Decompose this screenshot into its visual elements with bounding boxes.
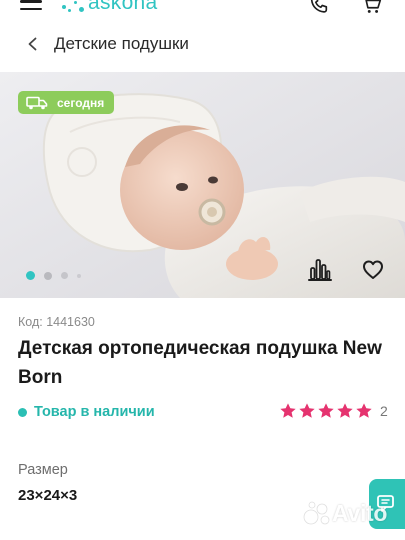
pagination-dot-active[interactable] [26, 271, 35, 280]
star-icon [299, 403, 315, 418]
pagination-dot[interactable] [44, 271, 52, 280]
star-icon [337, 403, 353, 418]
star-icon [318, 403, 334, 418]
breadcrumb: Детские подушки [0, 22, 405, 66]
brand-logo[interactable]: askona [60, 0, 158, 15]
phone-icon[interactable] [308, 0, 330, 16]
delivery-van-icon [26, 96, 48, 109]
availability-text: Товар в наличии [34, 404, 155, 420]
hamburger-menu-icon[interactable] [20, 0, 42, 12]
delivery-badge-text: сегодня [57, 95, 105, 110]
logo-dots-icon [60, 0, 88, 15]
star-icon [280, 403, 296, 418]
avito-dots-icon [303, 501, 330, 524]
product-title: Детская ортопедическая подушка New Born [18, 338, 382, 388]
reviews-count[interactable]: 2 [380, 403, 388, 419]
compare-bars-icon[interactable] [306, 256, 334, 284]
chevron-left-icon[interactable] [26, 37, 40, 51]
heart-icon[interactable] [359, 256, 387, 284]
product-code: Код: 1441630 [18, 315, 95, 329]
breadcrumb-link[interactable]: Детские подушки [54, 34, 189, 54]
availability-dot-icon [18, 407, 27, 417]
size-value[interactable]: 23×24×3 [18, 487, 77, 504]
logo-text: askona [88, 0, 158, 14]
pagination-dot[interactable] [77, 273, 81, 278]
gallery-pagination[interactable] [26, 271, 90, 280]
app-header: askona [0, 0, 405, 22]
avito-watermark: Avito [302, 500, 387, 527]
product-gallery[interactable]: сегодня [0, 72, 405, 298]
star-icon [356, 403, 372, 418]
delivery-badge: сегодня [18, 91, 115, 114]
cart-icon[interactable] [361, 0, 383, 16]
product-rating[interactable]: 2 [279, 402, 388, 420]
watermark-text: Avito [332, 500, 388, 526]
pagination-dot[interactable] [61, 272, 68, 279]
size-label: Размер [18, 462, 68, 478]
availability-status: Товар в наличии [18, 404, 155, 420]
